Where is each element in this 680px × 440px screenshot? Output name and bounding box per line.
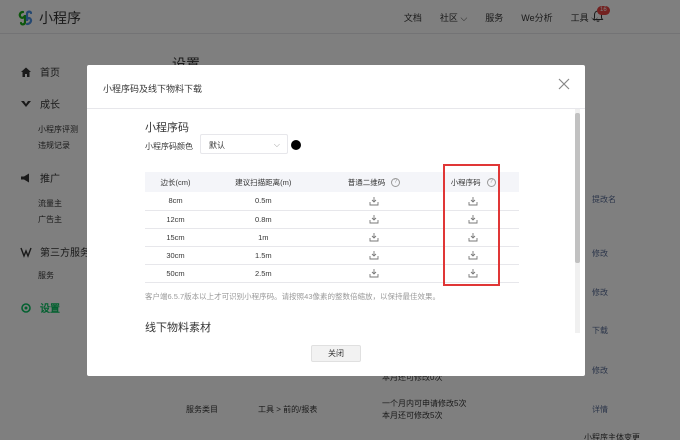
col-header-label: 普通二维码 <box>347 177 386 187</box>
distance-cell: 2.5m <box>206 264 321 283</box>
size-cell: 12cm <box>145 210 207 229</box>
close-icon[interactable] <box>557 77 571 91</box>
code-color-select[interactable]: 默认 ⌵ <box>200 134 288 154</box>
download-icon[interactable] <box>369 232 379 242</box>
dialog-scrollbar[interactable] <box>575 109 580 333</box>
qrcode-download-cell <box>320 246 428 265</box>
qrcode-download-cell <box>320 228 428 247</box>
size-cell: 15cm <box>145 228 207 247</box>
distance-cell: 0.5m <box>206 192 321 211</box>
code-color-select-value: 默认 <box>209 141 225 150</box>
close-button[interactable]: 关闭 <box>311 345 361 362</box>
section-title-offline-materials: 线下物料素材 <box>145 322 211 334</box>
download-icon[interactable] <box>369 214 379 224</box>
dialog-scroll-area[interactable]: 小程序码 小程序码颜色 默认 ⌵ 边长(cm) 建议扫描距离(m) 普通二维码?… <box>87 109 585 335</box>
section-title-miniprogram-code: 小程序码 <box>145 122 189 134</box>
size-cell: 50cm <box>145 264 207 283</box>
download-icon[interactable] <box>369 250 379 260</box>
download-icon[interactable] <box>369 196 379 206</box>
col-header-qrcode: 普通二维码? <box>320 172 428 192</box>
dialog-title: 小程序码及线下物料下载 <box>103 84 203 94</box>
compatibility-note: 客户端6.5.7版本以上才可识别小程序码。请按照43像素的整数倍缩放，以保持最佳… <box>145 292 441 301</box>
scrollbar-thumb[interactable] <box>575 113 580 263</box>
size-cell: 30cm <box>145 246 207 265</box>
distance-cell: 0.8m <box>206 210 321 229</box>
highlight-box <box>443 164 500 286</box>
qrcode-download-cell <box>320 210 428 229</box>
qrcode-download-dialog: 小程序码及线下物料下载 小程序码 小程序码颜色 默认 ⌵ 边长(cm) 建议扫描… <box>87 65 585 376</box>
download-icon[interactable] <box>369 268 379 278</box>
distance-cell: 1.5m <box>206 246 321 265</box>
qrcode-download-cell <box>320 264 428 283</box>
qrcode-download-cell <box>320 192 428 211</box>
col-header-distance: 建议扫描距离(m) <box>206 172 321 192</box>
color-swatch[interactable] <box>291 140 301 150</box>
chevron-down-icon: ⌵ <box>273 140 280 149</box>
help-icon[interactable]: ? <box>391 178 401 188</box>
size-cell: 8cm <box>145 192 207 211</box>
col-header-size: 边长(cm) <box>145 172 207 192</box>
code-color-label: 小程序码颜色 <box>145 142 193 151</box>
distance-cell: 1m <box>206 228 321 247</box>
